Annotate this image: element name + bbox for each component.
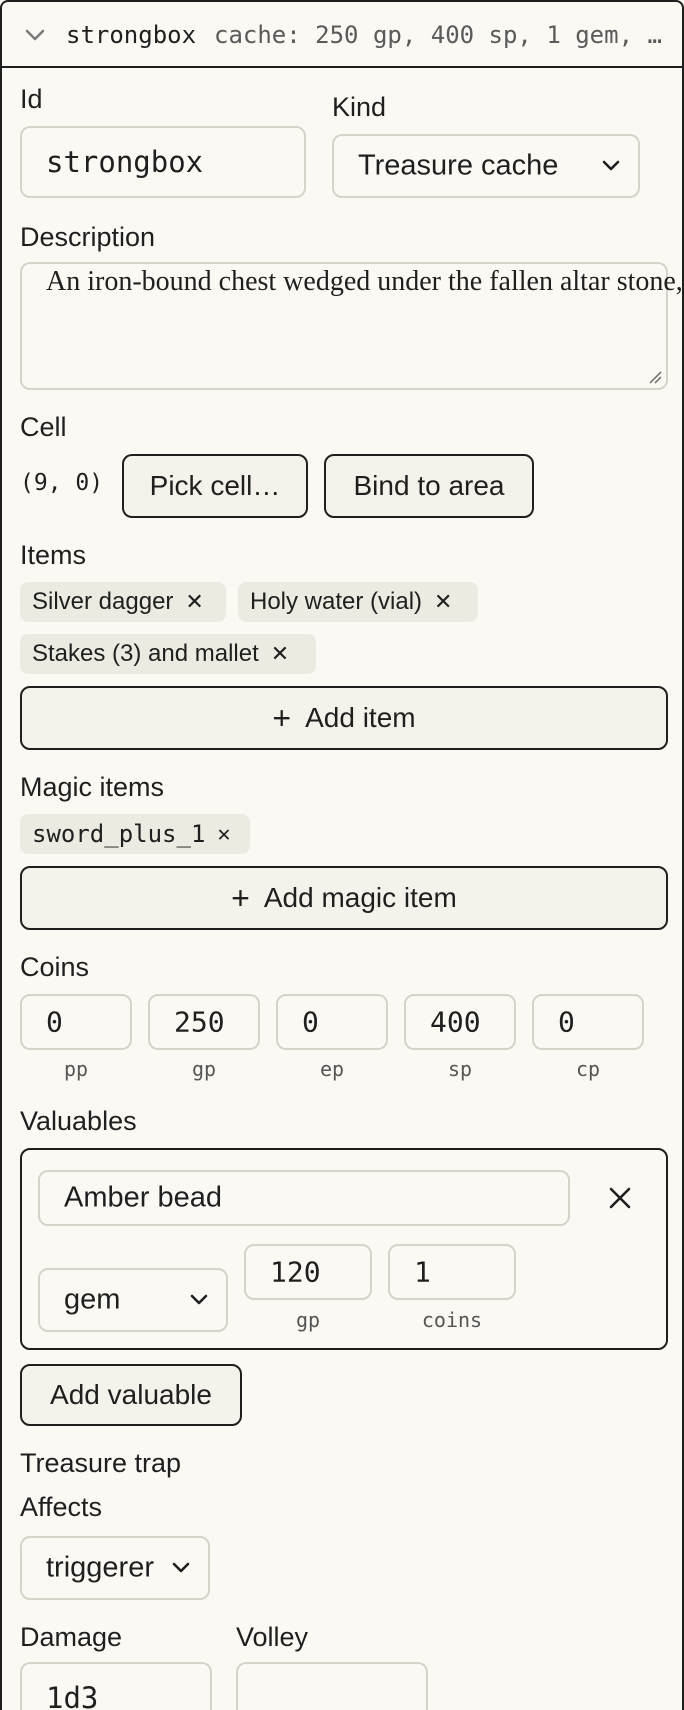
description-label: Description bbox=[20, 222, 156, 252]
close-icon[interactable]: ✕ bbox=[271, 641, 289, 667]
kind-select[interactable]: Treasure cache bbox=[332, 134, 640, 198]
add-magic-item-label: Add magic item bbox=[263, 882, 457, 913]
damage-label: Damage bbox=[20, 1622, 123, 1652]
coins-label: Coins bbox=[20, 952, 90, 982]
volley-input[interactable] bbox=[236, 1662, 428, 1710]
item-chip: Silver dagger ✕ bbox=[20, 582, 226, 622]
coin-gp-value: 250 bbox=[174, 1005, 225, 1039]
add-magic-item-button[interactable]: + Add magic item bbox=[20, 866, 668, 930]
valuable-value-text: 120 bbox=[270, 1255, 321, 1289]
item-chip-label: Stakes (3) and mallet bbox=[32, 640, 259, 667]
chevron-down-icon bbox=[172, 1562, 190, 1573]
coin-cp-label: cp bbox=[575, 1057, 601, 1081]
id-input-value: strongbox bbox=[46, 145, 204, 179]
magic-items-label: Magic items bbox=[20, 772, 165, 802]
add-item-label: Add item bbox=[305, 702, 416, 733]
affects-select-value: triggerer bbox=[46, 1551, 154, 1584]
description-text: An iron-bound chest wedged under the fal… bbox=[46, 266, 683, 297]
coin-pp-label: pp bbox=[63, 1057, 89, 1081]
cell-value: (9, 0) bbox=[20, 470, 104, 496]
plus-icon: + bbox=[272, 700, 292, 736]
coin-ep-label: ep bbox=[319, 1057, 345, 1081]
resize-grip-icon[interactable] bbox=[648, 370, 662, 384]
coin-sp-value: 400 bbox=[430, 1005, 481, 1039]
close-icon[interactable]: ✕ bbox=[217, 822, 230, 847]
item-chip: Stakes (3) and mallet ✕ bbox=[20, 634, 316, 674]
damage-input-value: 1d3 bbox=[46, 1681, 99, 1710]
valuable-name-input[interactable]: Amber bead bbox=[38, 1170, 570, 1226]
coin-cp-input[interactable]: 0 bbox=[532, 994, 644, 1050]
id-input[interactable]: strongbox bbox=[20, 126, 306, 198]
close-icon[interactable]: ✕ bbox=[434, 589, 452, 615]
valuable-type-value: gem bbox=[64, 1283, 121, 1316]
magic-item-chip-label: sword_plus_1 bbox=[32, 820, 206, 848]
pick-cell-label: Pick cell… bbox=[149, 470, 281, 501]
close-icon[interactable] bbox=[608, 1186, 632, 1210]
panel-header[interactable]: strongbox cache: 250 gp, 400 sp, 1 gem, … bbox=[2, 2, 682, 68]
chevron-down-icon bbox=[190, 1294, 208, 1305]
valuable-value-unit: gp bbox=[295, 1308, 321, 1332]
close-icon[interactable]: ✕ bbox=[185, 589, 203, 615]
bind-to-area-button[interactable]: Bind to area bbox=[324, 454, 534, 518]
item-chip: Holy water (vial) ✕ bbox=[238, 582, 478, 622]
items-label: Items bbox=[20, 540, 87, 570]
coin-ep-input[interactable]: 0 bbox=[276, 994, 388, 1050]
id-label: Id bbox=[20, 84, 43, 114]
damage-input[interactable]: 1d3 bbox=[20, 1662, 212, 1710]
kind-select-value: Treasure cache bbox=[358, 149, 559, 182]
item-chip-label: Silver dagger bbox=[32, 588, 174, 615]
chevron-down-icon[interactable] bbox=[24, 24, 46, 46]
header-summary: cache: 250 gp, 400 sp, 1 gem, … bbox=[214, 21, 662, 49]
add-valuable-label: Add valuable bbox=[50, 1379, 212, 1410]
chevron-down-icon bbox=[602, 160, 620, 171]
header-name: strongbox bbox=[66, 21, 197, 49]
coin-ep-value: 0 bbox=[302, 1005, 319, 1039]
valuable-count-text: 1 bbox=[414, 1255, 431, 1289]
cell-label: Cell bbox=[20, 412, 67, 442]
treasure-trap-heading: Treasure trap bbox=[20, 1448, 182, 1478]
valuable-count-input[interactable]: 1 bbox=[388, 1244, 516, 1300]
coin-pp-input[interactable]: 0 bbox=[20, 994, 132, 1050]
coin-cp-value: 0 bbox=[558, 1005, 575, 1039]
affects-select[interactable]: triggerer bbox=[20, 1536, 210, 1600]
volley-label: Volley bbox=[236, 1622, 309, 1652]
item-chip-label: Holy water (vial) bbox=[250, 588, 423, 615]
kind-label: Kind bbox=[332, 92, 387, 122]
magic-item-chip: sword_plus_1 ✕ bbox=[20, 814, 250, 854]
affects-label: Affects bbox=[20, 1492, 103, 1522]
trigger-editor-panel: strongbox cache: 250 gp, 400 sp, 1 gem, … bbox=[0, 0, 684, 1710]
valuable-value-input[interactable]: 120 bbox=[244, 1244, 372, 1300]
description-textarea[interactable]: An iron-bound chest wedged under the fal… bbox=[20, 262, 683, 390]
valuable-row: Amber bead gem 120 gp 1 coins bbox=[20, 1148, 668, 1350]
valuables-label: Valuables bbox=[20, 1106, 137, 1136]
coin-sp-label: sp bbox=[447, 1057, 473, 1081]
coin-pp-value: 0 bbox=[46, 1005, 63, 1039]
pick-cell-button[interactable]: Pick cell… bbox=[122, 454, 308, 518]
coin-gp-input[interactable]: 250 bbox=[148, 994, 260, 1050]
valuable-type-select[interactable]: gem bbox=[38, 1268, 228, 1332]
plus-icon: + bbox=[231, 880, 250, 916]
valuable-name-value: Amber bead bbox=[64, 1181, 222, 1214]
coin-gp-label: gp bbox=[191, 1057, 217, 1081]
add-valuable-button[interactable]: Add valuable bbox=[20, 1364, 242, 1426]
coin-sp-input[interactable]: 400 bbox=[404, 994, 516, 1050]
bind-to-area-label: Bind to area bbox=[353, 470, 505, 501]
add-item-button[interactable]: + Add item bbox=[20, 686, 668, 750]
valuable-count-unit: coins bbox=[421, 1308, 483, 1332]
